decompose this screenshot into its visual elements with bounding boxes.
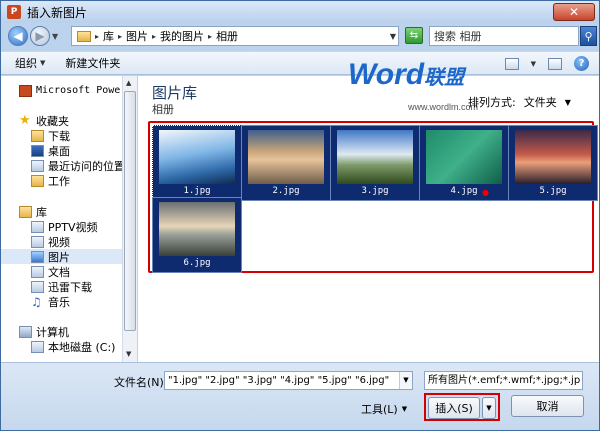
back-button[interactable]: ◀ — [8, 26, 28, 46]
new-folder-button[interactable]: 新建文件夹 — [65, 55, 120, 71]
filename-dropdown-icon[interactable]: ▼ — [399, 372, 412, 389]
breadcrumb-pictures[interactable]: 图片 — [126, 28, 148, 44]
address-dropdown-icon[interactable]: ▼ — [390, 32, 396, 41]
sidebar-item-library[interactable]: 库 — [19, 204, 47, 219]
title-bar: P 插入新图片 ✕ — [1, 1, 599, 23]
drive-icon — [31, 340, 44, 353]
file-thumbnail[interactable]: 5.jpg — [508, 125, 598, 201]
recent-places-icon — [31, 159, 44, 172]
history-dropdown-icon[interactable]: ▼ — [52, 32, 58, 41]
photo-thumbnail — [159, 130, 235, 184]
arrange-by[interactable]: 排列方式: 文件夹 ▼ — [468, 94, 571, 110]
breadcrumb-my-pictures[interactable]: 我的图片 — [160, 28, 204, 44]
navigation-bar: ◀ ▶ ▼ ▸ 库 ▸ 图片 ▸ 我的图片 ▸ 相册 ▼ ⇆ 搜索 相册 ⚲ — [1, 23, 599, 49]
file-name: 4.jpg — [450, 186, 478, 196]
cancel-button[interactable]: 取消 — [511, 395, 584, 417]
insert-highlight-box: 插入(S) ▼ — [424, 393, 500, 421]
sidebar-item-pptv[interactable]: PPTV视频 — [31, 219, 98, 234]
video-library-icon — [31, 220, 44, 233]
photo-thumbnail — [159, 202, 235, 256]
file-thumbnail[interactable]: 1.jpg — [152, 125, 242, 201]
filename-input[interactable]: "1.jpg" "2.jpg" "3.jpg" "4.jpg" "5.jpg" … — [164, 371, 413, 390]
file-name: 5.jpg — [539, 186, 567, 196]
file-thumbnail[interactable]: 4.jpg ● — [419, 125, 509, 201]
file-thumbnail[interactable]: 3.jpg — [330, 125, 420, 201]
dialog-footer: 文件名(N): "1.jpg" "2.jpg" "3.jpg" "4.jpg" … — [1, 362, 599, 430]
sidebar-item-powerpoint[interactable]: Microsoft PowerPo — [19, 83, 136, 98]
sidebar-item-pictures[interactable]: 图片 — [1, 249, 122, 264]
photo-thumbnail — [248, 130, 324, 184]
sidebar-item-music[interactable]: ♫ 音乐 — [31, 294, 70, 309]
photo-thumbnail — [426, 130, 502, 184]
file-name: 2.jpg — [272, 186, 300, 196]
sidebar-item-drive-c[interactable]: 本地磁盘 (C:) — [31, 339, 115, 354]
command-toolbar: 组织 ▼ 新建文件夹 ▼ ? — [1, 51, 599, 75]
sidebar-item-downloads[interactable]: 下载 — [31, 128, 70, 143]
sidebar-item-work[interactable]: 工作 — [31, 173, 70, 188]
organize-menu[interactable]: 组织 ▼ — [15, 55, 45, 71]
sidebar-item-videos[interactable]: 视频 — [31, 234, 70, 249]
star-icon: ★ — [19, 112, 31, 128]
computer-icon — [19, 325, 32, 338]
close-button[interactable]: ✕ — [553, 3, 595, 21]
folder-icon — [31, 174, 44, 187]
insert-button[interactable]: 插入(S) — [428, 397, 480, 419]
sidebar-item-favorites[interactable]: ★ 收藏夹 — [19, 113, 69, 128]
scrollbar-thumb[interactable] — [124, 91, 136, 331]
insert-picture-dialog: P 插入新图片 ✕ ◀ ▶ ▼ ▸ 库 ▸ 图片 ▸ 我的图片 ▸ 相册 ▼ ⇆… — [0, 0, 600, 431]
sidebar-item-desktop[interactable]: 桌面 — [31, 143, 70, 158]
music-icon: ♫ — [31, 294, 42, 309]
file-view: 图片库 相册 Word联盟 www.wordlm.com 排列方式: 文件夹 ▼… — [138, 58, 599, 362]
file-name: 1.jpg — [183, 186, 211, 196]
breadcrumb-album[interactable]: 相册 — [216, 28, 238, 44]
window-title: 插入新图片 — [27, 5, 88, 20]
arrange-dropdown-icon[interactable]: ▼ — [565, 98, 571, 107]
preview-pane-icon[interactable] — [548, 57, 562, 70]
navigation-pane: Microsoft PowerPo ★ 收藏夹 下载 桌面 最近访问的位置 工作 … — [1, 76, 137, 362]
library-icon — [19, 205, 32, 218]
breadcrumb-library[interactable]: 库 — [103, 28, 114, 44]
search-input[interactable]: 搜索 相册 — [429, 26, 579, 46]
scroll-down-icon[interactable]: ▼ — [126, 350, 131, 358]
file-thumbnail[interactable]: 2.jpg — [241, 125, 331, 201]
insert-dropdown-icon[interactable]: ▼ — [482, 397, 496, 419]
photo-thumbnail — [337, 130, 413, 184]
tools-menu[interactable]: 工具(L) ▼ — [361, 401, 407, 417]
download-folder-icon — [31, 129, 44, 142]
scroll-up-icon[interactable]: ▲ — [126, 79, 131, 87]
forward-button[interactable]: ▶ — [30, 26, 50, 46]
video-library-icon — [31, 235, 44, 248]
library-title: 图片库 — [152, 84, 198, 102]
sidebar-item-computer[interactable]: 计算机 — [19, 324, 69, 339]
desktop-icon — [31, 144, 44, 157]
file-name: 3.jpg — [361, 186, 389, 196]
pictures-library-icon — [31, 250, 44, 263]
file-name: 6.jpg — [183, 258, 211, 268]
arrange-value[interactable]: 文件夹 — [524, 94, 557, 110]
selection-highlight-box: 1.jpg 2.jpg 3.jpg 4.jpg ● 5.jpg 6.jpg — [148, 121, 598, 273]
refresh-button[interactable]: ⇆ — [405, 27, 423, 44]
sidebar-scrollbar[interactable]: ▲ ▼ — [122, 76, 137, 362]
powerpoint-icon — [19, 84, 32, 97]
status-dot-icon: ● — [482, 188, 489, 197]
view-dropdown-icon[interactable]: ▼ — [531, 60, 536, 68]
powerpoint-icon: P — [7, 5, 21, 19]
folder-icon — [77, 30, 91, 42]
photo-thumbnail — [515, 130, 591, 184]
filename-label: 文件名(N): — [114, 376, 168, 389]
filetype-select[interactable]: 所有图片(*.emf;*.wmf;*.jpg;*.jp — [424, 371, 583, 390]
sidebar-item-thunder[interactable]: 迅雷下载 — [31, 279, 92, 294]
sidebar-item-documents[interactable]: 文档 — [31, 264, 70, 279]
address-bar[interactable]: ▸ 库 ▸ 图片 ▸ 我的图片 ▸ 相册 ▼ — [71, 26, 399, 46]
help-icon[interactable]: ? — [574, 56, 589, 71]
tools-dropdown-icon: ▼ — [401, 405, 408, 413]
search-icon[interactable]: ⚲ — [580, 26, 597, 46]
documents-library-icon — [31, 265, 44, 278]
file-thumbnail[interactable]: 6.jpg — [152, 197, 242, 273]
download-library-icon — [31, 280, 44, 293]
sidebar-item-recent[interactable]: 最近访问的位置 — [31, 158, 125, 173]
library-subtitle: 相册 — [152, 103, 174, 116]
